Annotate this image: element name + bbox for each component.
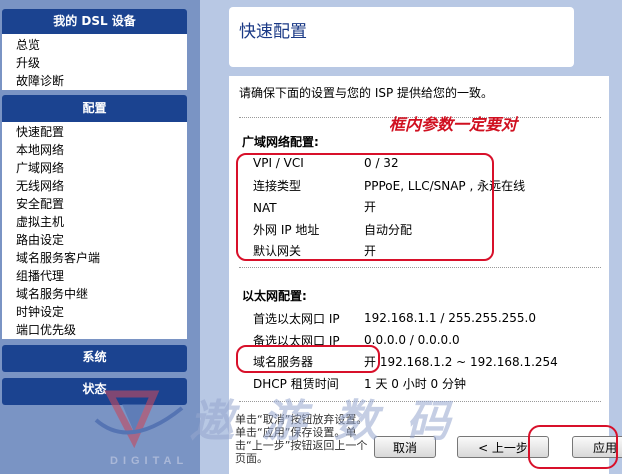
lan-group-title: 以太网配置: — [242, 289, 307, 303]
sidebar-item-dns-client[interactable]: 域名服务客户端 — [2, 249, 187, 267]
sidebar-item-upgrade[interactable]: 升级 — [2, 54, 187, 72]
intro-text: 请确保下面的设置与您的 ISP 提供给您的一致。 — [239, 86, 494, 100]
divider — [239, 267, 601, 268]
lan-value-primary-ip: 192.168.1.1 / 255.255.255.0 — [364, 311, 536, 325]
sidebar-item-port-priority[interactable]: 端口优先级 — [2, 321, 187, 339]
sidebar-item-overview[interactable]: 总览 — [2, 36, 187, 54]
annotation-text: 框内参数一定要对 — [389, 115, 518, 134]
title-box: 快速配置 — [229, 7, 574, 67]
sidebar-item-virtual-host[interactable]: 虚拟主机 — [2, 213, 187, 231]
sidebar-item-wan[interactable]: 广域网络 — [2, 159, 187, 177]
sidebar-item-dns-relay[interactable]: 域名服务中继 — [2, 285, 187, 303]
sidebar-item-wireless[interactable]: 无线网络 — [2, 177, 187, 195]
sidebar-header-config[interactable]: 配置 — [2, 95, 187, 122]
sidebar-item-clock[interactable]: 时钟设定 — [2, 303, 187, 321]
sidebar-item-routing[interactable]: 路由设定 — [2, 231, 187, 249]
watermark-logo-text: DIGITAL — [110, 455, 188, 467]
lan-value-dns: 开 192.168.1.2 ~ 192.168.1.254 — [364, 355, 558, 369]
wan-group-title: 广域网络配置: — [242, 135, 319, 149]
lan-value-secondary-ip: 0.0.0.0 / 0.0.0.0 — [364, 333, 460, 347]
sidebar-item-diagnostics[interactable]: 故障诊断 — [2, 72, 187, 90]
apply-highlight-circle — [528, 425, 618, 469]
sidebar-section-my-dsl: 总览 升级 故障诊断 — [2, 34, 187, 90]
sidebar-item-multicast-proxy[interactable]: 组播代理 — [2, 267, 187, 285]
watermark-logo-icon: DIGITAL — [94, 390, 188, 467]
dns-highlight-circle — [236, 345, 380, 373]
sidebar-header-system[interactable]: 系统 — [2, 345, 187, 372]
sidebar-item-local-network[interactable]: 本地网络 — [2, 141, 187, 159]
watermark-text: 遨游数码 — [190, 396, 478, 447]
wan-highlight-circle — [236, 153, 494, 261]
sidebar-item-security[interactable]: 安全配置 — [2, 195, 187, 213]
sidebar-header-my-dsl[interactable]: 我的 DSL 设备 — [2, 9, 187, 34]
lan-label-primary-ip: 首选以太网口 IP — [253, 312, 340, 326]
sidebar-section-config: 快速配置 本地网络 广域网络 无线网络 安全配置 虚拟主机 路由设定 域名服务客… — [2, 122, 187, 339]
page-title: 快速配置 — [239, 22, 307, 42]
sidebar-item-quick-setup[interactable]: 快速配置 — [2, 123, 187, 141]
